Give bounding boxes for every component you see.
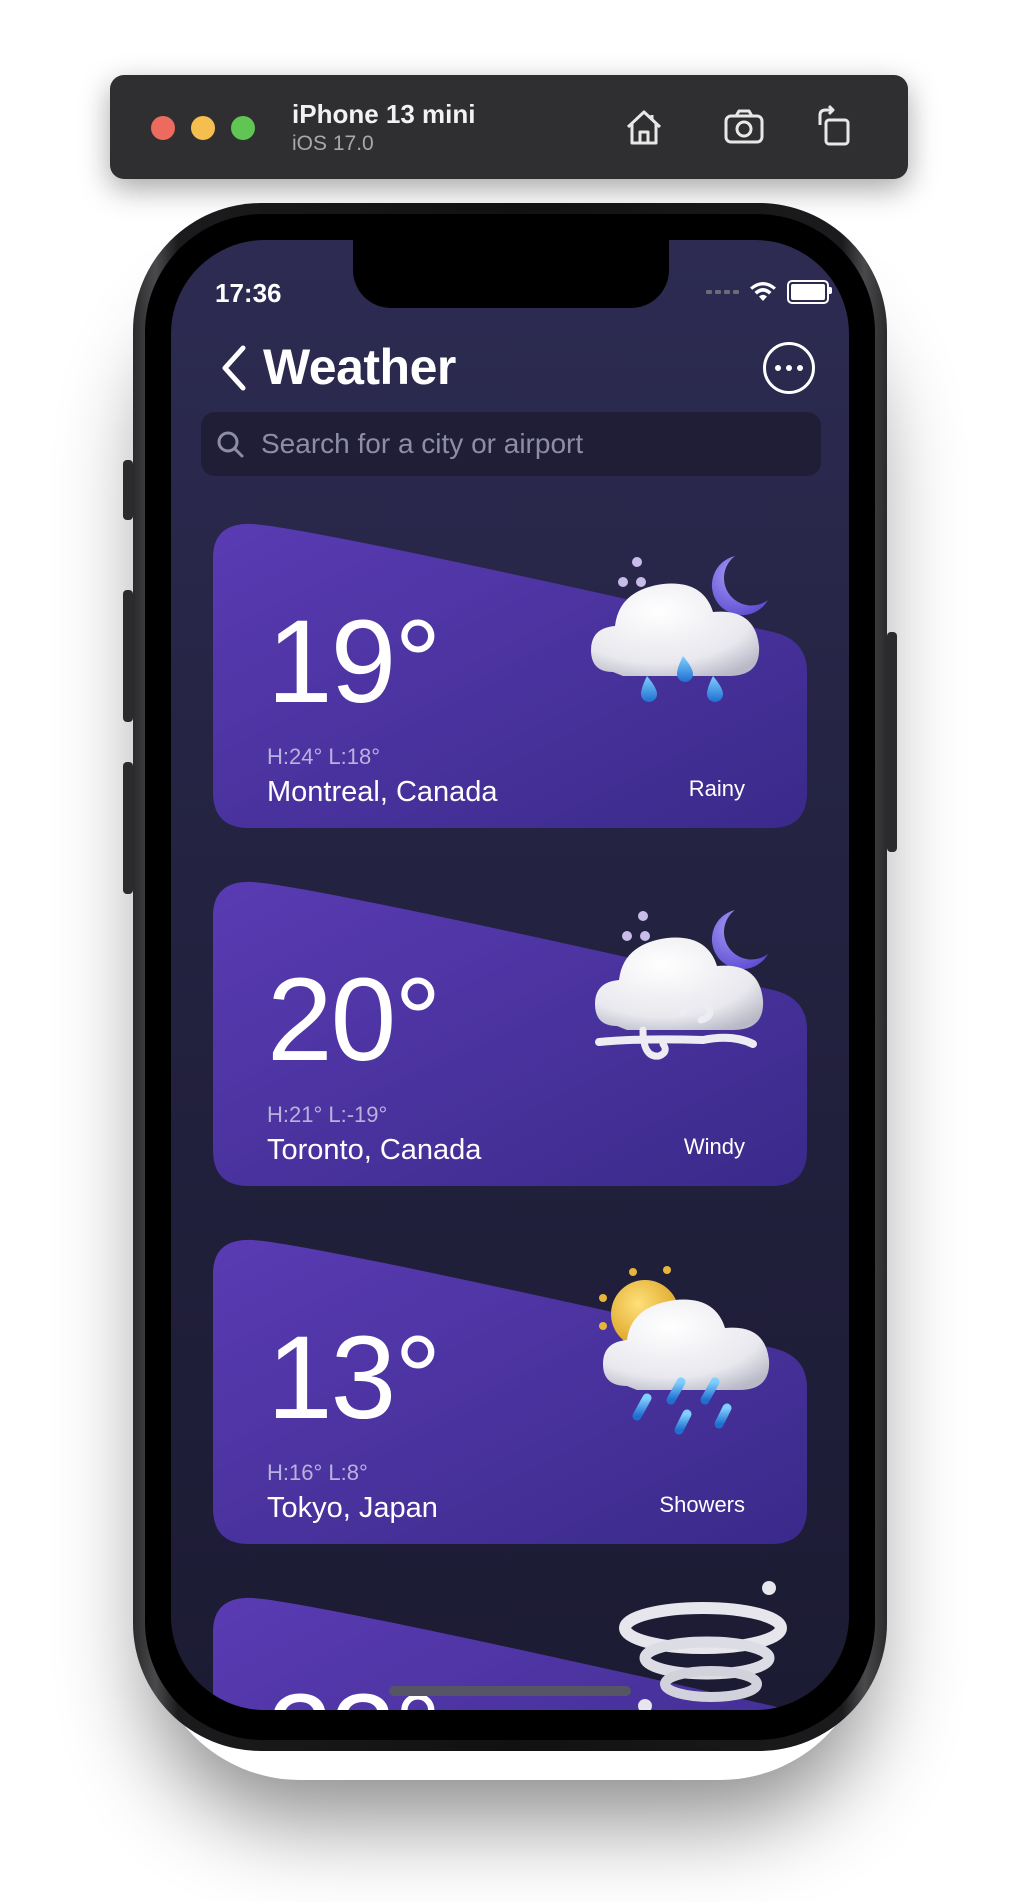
condition: Rainy bbox=[688, 776, 745, 801]
search-bar[interactable] bbox=[201, 412, 821, 476]
temperature: 19° bbox=[267, 596, 441, 728]
page-title: Weather bbox=[263, 339, 456, 395]
high-low: H:16° L:8° bbox=[267, 1460, 368, 1485]
camera-icon[interactable] bbox=[720, 103, 768, 151]
status-icons bbox=[706, 279, 832, 305]
phone-screen: 17:36 Weather Search for a city or airpo… bbox=[171, 240, 849, 1710]
back-button[interactable] bbox=[215, 340, 251, 396]
notch bbox=[353, 240, 669, 308]
high-low: H:21° L:-19° bbox=[267, 1102, 388, 1127]
mute-switch bbox=[123, 460, 133, 520]
condition: Showers bbox=[659, 1492, 745, 1517]
wifi-icon bbox=[750, 282, 776, 301]
sun-cloud-showers-icon bbox=[599, 1266, 770, 1435]
chevron-left-icon bbox=[222, 345, 246, 391]
zoom-window-button[interactable] bbox=[231, 116, 255, 140]
high-low: H:24° L:18° bbox=[267, 744, 380, 769]
weather-card-montreal[interactable]: 19° H:24° L:18° Montreal, Canada Rainy bbox=[213, 522, 807, 828]
temperature: 13° bbox=[267, 1312, 441, 1444]
weather-card-toronto[interactable]: 20° H:21° L:-19° Toronto, Canada Windy bbox=[213, 880, 807, 1186]
city-name: Toronto, Canada bbox=[267, 1134, 482, 1166]
search-input[interactable] bbox=[259, 427, 821, 461]
moon-cloud-rain-icon bbox=[591, 556, 768, 702]
home-indicator[interactable] bbox=[389, 1686, 631, 1696]
volume-down-button bbox=[123, 762, 133, 894]
battery-icon bbox=[787, 280, 832, 304]
device-os-version: iOS 17.0 bbox=[292, 132, 374, 155]
city-name: Tokyo, Japan bbox=[267, 1492, 438, 1524]
status-time: 17:36 bbox=[215, 278, 282, 308]
temperature: 20° bbox=[267, 954, 441, 1086]
search-icon bbox=[217, 431, 244, 458]
power-button bbox=[887, 632, 897, 852]
condition: Windy bbox=[683, 1134, 745, 1159]
close-window-button[interactable] bbox=[151, 116, 175, 140]
home-icon[interactable] bbox=[620, 103, 668, 151]
device-name: iPhone 13 mini bbox=[292, 99, 476, 129]
rotate-icon[interactable] bbox=[810, 103, 858, 151]
city-name: Montreal, Canada bbox=[267, 776, 498, 808]
minimize-window-button[interactable] bbox=[191, 116, 215, 140]
ellipsis-circle-icon[interactable] bbox=[763, 342, 815, 394]
moon-cloud-wind-icon bbox=[595, 910, 768, 1060]
weather-card-tokyo[interactable]: 13° H:16° L:8° Tokyo, Japan Showers bbox=[213, 1238, 807, 1544]
signal-icon bbox=[706, 290, 739, 294]
volume-up-button bbox=[123, 590, 133, 722]
simulator-toolbar: iPhone 13 mini iOS 17.0 bbox=[110, 75, 908, 179]
